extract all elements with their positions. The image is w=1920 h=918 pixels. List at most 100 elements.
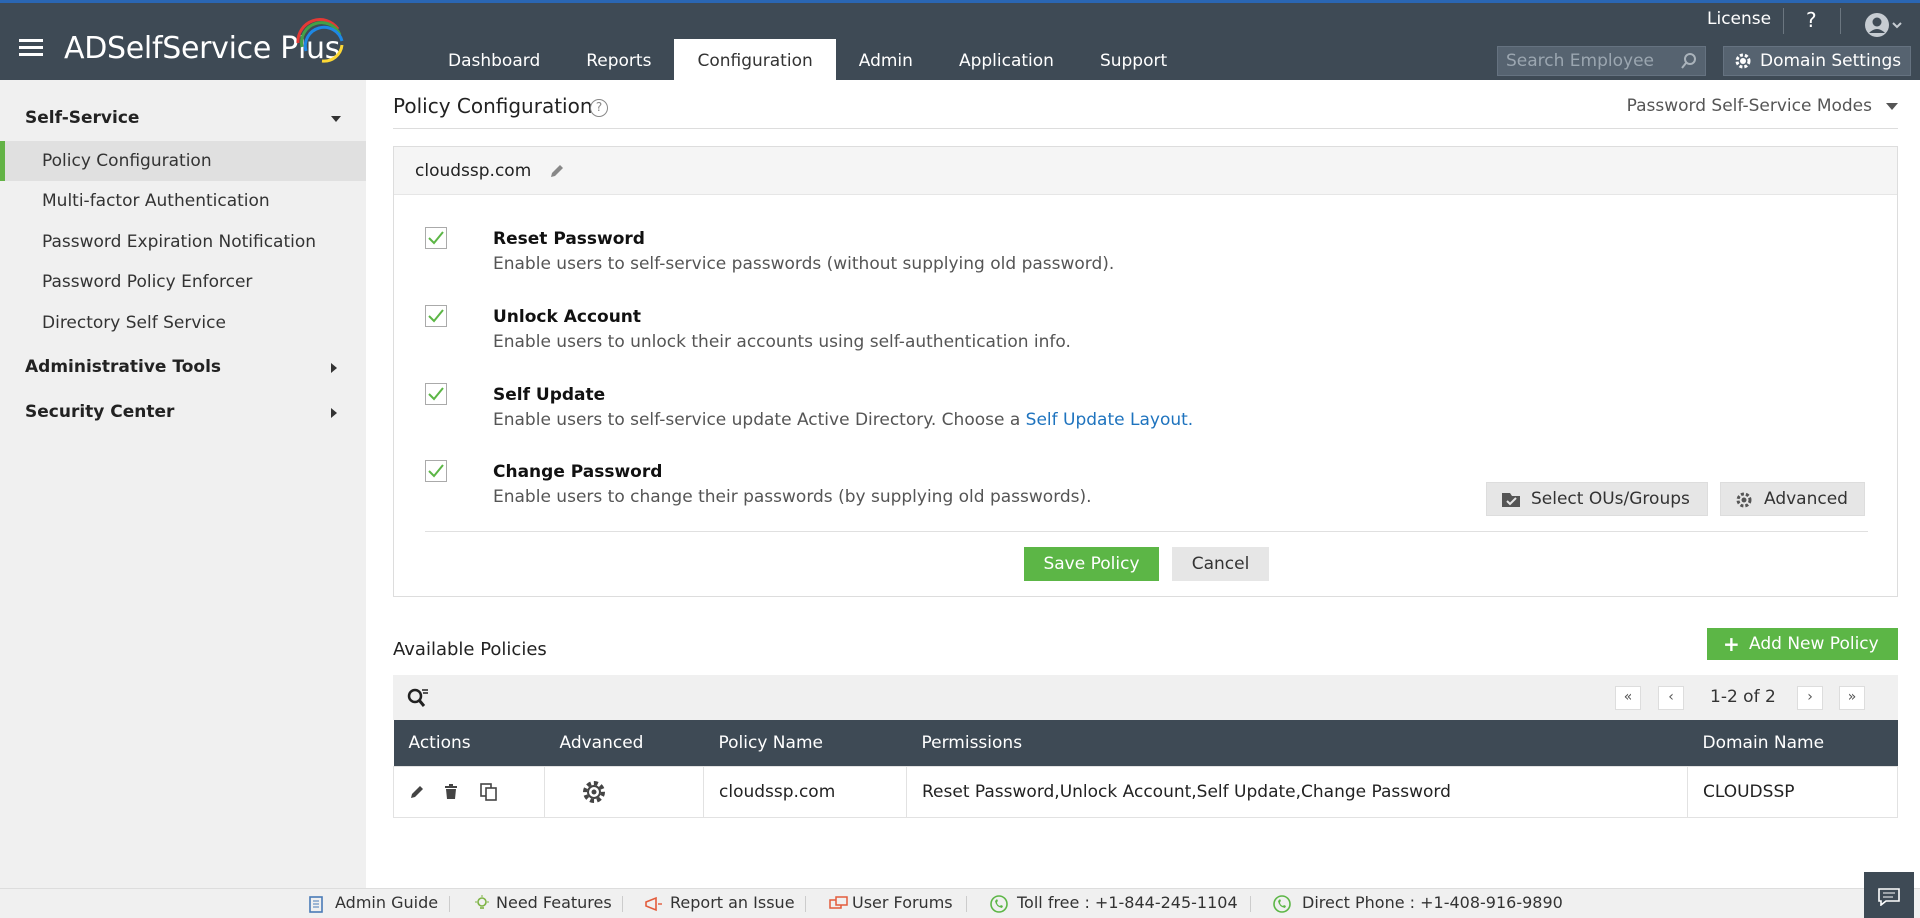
select-ous-groups-button[interactable]: Select OUs/Groups [1486,482,1708,516]
chat-icon [1878,888,1900,906]
chat-button[interactable] [1864,872,1914,918]
header-divider [1783,8,1784,34]
sidebar-item-password-expiration[interactable]: Password Expiration Notification [0,222,366,262]
first-page-button[interactable]: « [1615,686,1641,710]
tab-reports[interactable]: Reports [563,39,674,83]
sidebar-item-directory-self-service[interactable]: Directory Self Service [0,303,366,343]
phone-icon [990,895,1008,913]
checkmark-icon [428,309,444,323]
prev-page-button[interactable]: ‹ [1658,686,1684,710]
checkmark-icon [428,387,444,401]
footer-divider [622,896,623,912]
option-description-text: Enable users to self-service update Acti… [493,410,1026,430]
caret-right-icon[interactable] [330,362,338,374]
unlock-account-checkbox[interactable] [425,305,447,327]
domain-settings-button[interactable]: Domain Settings [1723,46,1911,76]
self-update-layout-link[interactable]: Self Update Layout. [1026,410,1194,430]
chevron-down-icon [1886,102,1898,110]
tab-admin[interactable]: Admin [836,39,936,83]
table-header-row: Actions Advanced Policy Name Permissions… [393,720,1898,766]
option-description: Enable users to self-service update Acti… [493,410,1193,430]
row-domain-name: CLOUDSSP [1687,765,1898,818]
sidebar-item-password-policy-enforcer[interactable]: Password Policy Enforcer [0,262,366,302]
self-update-checkbox[interactable] [425,383,447,405]
caret-right-icon[interactable] [330,407,338,419]
main-nav: Dashboard Reports Configuration Admin Ap… [425,39,1190,83]
sidebar-item-mfa[interactable]: Multi-factor Authentication [0,181,366,221]
select-ous-groups-label: Select OUs/Groups [1531,489,1690,509]
sidebar: Self-Service Policy Configuration Multi-… [0,80,366,888]
logo-arc-icon [296,18,344,63]
footer: Admin Guide Need Features Report an Issu… [0,888,1920,918]
footer-divider [449,896,450,912]
row-policy-name: cloudssp.com [703,765,907,818]
add-new-policy-button[interactable]: + Add New Policy [1707,628,1898,660]
menu-icon[interactable] [19,39,43,57]
last-page-button[interactable]: » [1839,686,1865,710]
policy-name: cloudssp.com [415,161,532,181]
delete-icon[interactable] [444,783,458,800]
column-header-advanced: Advanced [544,720,704,766]
modes-dropdown[interactable]: Password Self-Service Modes [1627,96,1898,116]
tab-dashboard[interactable]: Dashboard [425,39,563,83]
direct-phone-number: Direct Phone : +1-408-916-9890 [1302,893,1563,912]
user-forums-link[interactable]: User Forums [852,893,953,912]
book-icon [309,896,323,913]
add-new-policy-label: Add New Policy [1749,634,1879,654]
table-row: cloudssp.com Reset Password,Unlock Accou… [393,765,1898,818]
phone-icon [1273,895,1291,913]
checkmark-icon [428,464,444,478]
save-policy-button[interactable]: Save Policy [1024,547,1159,581]
cancel-button[interactable]: Cancel [1172,547,1269,581]
sidebar-section-self-service[interactable]: Self-Service [25,108,139,128]
forum-icon [829,896,848,909]
search-input[interactable] [1498,47,1678,75]
edit-icon[interactable] [549,163,565,179]
tab-configuration[interactable]: Configuration [674,39,836,83]
advanced-button[interactable]: Advanced [1720,482,1865,516]
policy-header: cloudssp.com [394,147,1897,195]
sidebar-section-administrative-tools[interactable]: Administrative Tools [25,357,221,377]
admin-guide-link[interactable]: Admin Guide [335,893,438,912]
option-title: Reset Password [493,229,645,249]
column-header-domain-name: Domain Name [1687,720,1898,766]
reset-password-checkbox[interactable] [425,227,447,249]
option-title: Self Update [493,385,606,405]
report-issue-link[interactable]: Report an Issue [670,893,795,912]
gear-icon [1736,492,1752,508]
gear-icon [1735,53,1751,69]
search-filter-icon[interactable] [407,687,429,709]
footer-divider [966,896,967,912]
license-link[interactable]: License [1707,9,1771,29]
sidebar-item-policy-configuration[interactable]: Policy Configuration [0,141,366,181]
option-description: Enable users to unlock their accounts us… [493,332,1071,352]
tab-support[interactable]: Support [1077,39,1190,83]
tab-application[interactable]: Application [936,39,1077,83]
change-password-checkbox[interactable] [425,460,447,482]
search-icon[interactable] [1680,52,1698,70]
edit-icon[interactable] [409,784,425,800]
page-title: Policy Configuration [393,94,593,118]
gear-icon[interactable] [581,779,607,805]
domain-settings-label: Domain Settings [1760,51,1902,71]
caret-down-icon[interactable] [330,115,342,123]
sidebar-section-security-center[interactable]: Security Center [25,402,174,422]
option-title: Unlock Account [493,307,642,327]
need-features-link[interactable]: Need Features [496,893,612,912]
column-header-policy-name: Policy Name [703,720,907,766]
header-divider [1840,8,1841,34]
next-page-button[interactable]: › [1797,686,1823,710]
title-divider [393,128,1898,129]
policies-table: Actions Advanced Policy Name Permissions… [393,720,1898,818]
modes-dropdown-label: Password Self-Service Modes [1626,96,1872,116]
top-header: ADSelfService Plus Dashboard Reports Con… [0,0,1920,83]
lightbulb-icon [475,895,489,909]
table-toolbar: « ‹ 1-2 of 2 › » [393,675,1898,720]
help-circle-icon[interactable]: ? [590,99,608,117]
select-ou-icon [1502,493,1520,507]
row-actions [393,765,545,818]
user-avatar-icon[interactable] [1864,12,1904,38]
copy-icon[interactable] [480,782,498,801]
option-description: Enable users to change their passwords (… [493,487,1092,507]
help-icon[interactable]: ? [1806,8,1817,32]
